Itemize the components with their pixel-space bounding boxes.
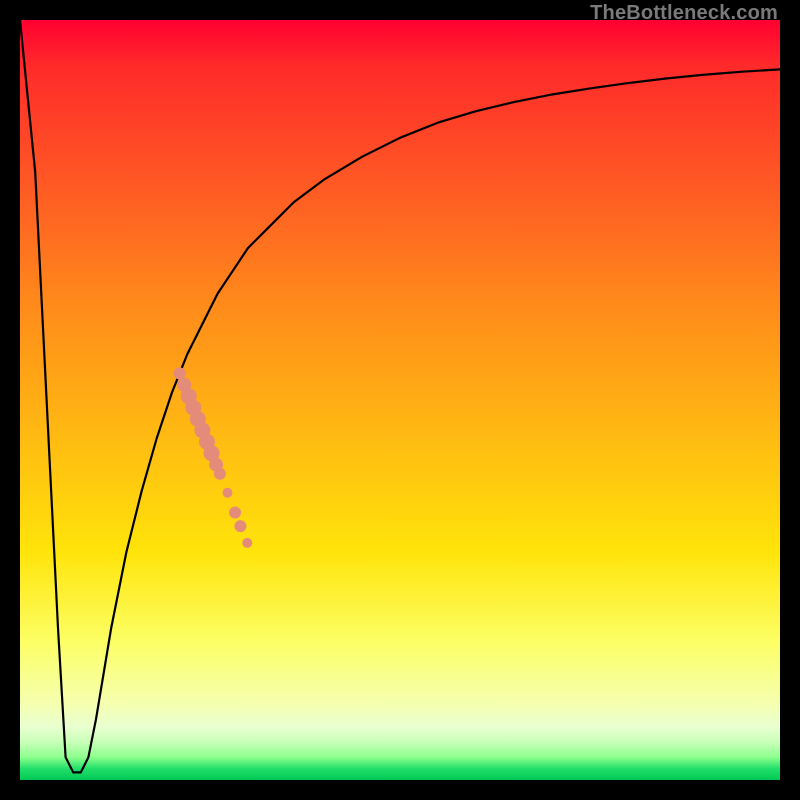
bottleneck-curve: [20, 20, 780, 772]
lower-pair-b: [234, 520, 246, 532]
cluster-top-start: [174, 367, 186, 379]
attribution-text: TheBottleneck.com: [590, 2, 778, 25]
tail-dot: [242, 538, 252, 548]
chart-frame: TheBottleneck.com: [0, 0, 800, 800]
plot-area: [20, 20, 780, 780]
mid-gap-dot: [222, 488, 232, 498]
marker-group: [174, 367, 253, 547]
lower-pair-a: [229, 506, 241, 518]
cluster-top-end: [214, 468, 226, 480]
curve-layer: [20, 20, 780, 780]
